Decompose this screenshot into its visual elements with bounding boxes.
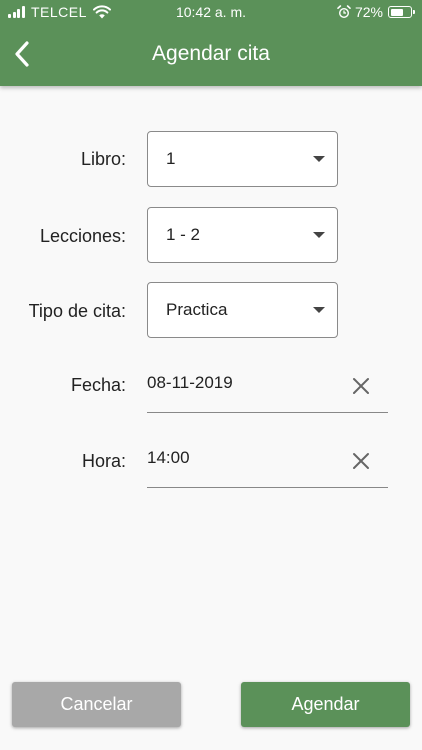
lecciones-label: Lecciones: bbox=[39, 226, 126, 246]
battery-level-fill bbox=[390, 8, 404, 16]
cancel-button[interactable]: Cancelar bbox=[12, 682, 181, 727]
app-header: TELCEL 10:42 a. m. 72% Agendar cita bbox=[0, 0, 422, 86]
libro-label: Libro: bbox=[80, 149, 126, 169]
fecha-field[interactable]: 08-11-2019 bbox=[147, 373, 388, 413]
lecciones-value: 1 - 2 bbox=[166, 225, 201, 244]
fecha-value: 08-11-2019 bbox=[147, 373, 233, 392]
libro-value: 1 bbox=[166, 149, 176, 168]
alarm-icon bbox=[337, 5, 351, 18]
fecha-label: Fecha: bbox=[70, 375, 126, 395]
status-right: 72% bbox=[337, 4, 415, 20]
tipo-cita-value: Practica bbox=[166, 300, 228, 319]
hora-field[interactable]: 14:00 bbox=[147, 448, 388, 488]
status-bar: TELCEL 10:42 a. m. 72% bbox=[0, 0, 422, 24]
clear-fecha-icon[interactable] bbox=[350, 375, 372, 397]
page-title: Agendar cita bbox=[152, 42, 270, 65]
battery-icon bbox=[388, 6, 415, 18]
battery-percentage: 72% bbox=[354, 4, 383, 20]
lecciones-select[interactable]: 1 - 2 bbox=[147, 207, 338, 263]
tipo-cita-label: Tipo de cita: bbox=[28, 301, 126, 321]
dropdown-arrow-icon bbox=[313, 232, 325, 238]
hora-value: 14:00 bbox=[147, 448, 190, 467]
tipo-cita-select[interactable]: Practica bbox=[147, 282, 338, 338]
clear-hora-icon[interactable] bbox=[350, 450, 372, 472]
schedule-button[interactable]: Agendar bbox=[241, 682, 410, 727]
hora-label: Hora: bbox=[81, 451, 126, 471]
dropdown-arrow-icon bbox=[313, 156, 325, 162]
libro-select[interactable]: 1 bbox=[147, 131, 338, 187]
dropdown-arrow-icon bbox=[313, 307, 325, 313]
